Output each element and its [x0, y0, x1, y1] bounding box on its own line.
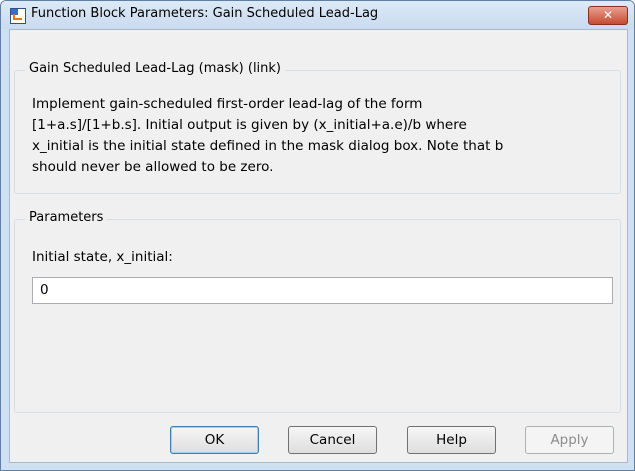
title-bar[interactable]: Function Block Parameters: Gain Schedule… — [1, 1, 634, 29]
ok-button[interactable]: OK — [170, 426, 259, 454]
window-title: Function Block Parameters: Gain Schedule… — [31, 6, 379, 21]
help-button[interactable]: Help — [407, 426, 496, 454]
description-line: Implement gain-scheduled first-order lea… — [32, 96, 423, 112]
dialog-body: Gain Scheduled Lead-Lag (mask) (link) Im… — [9, 29, 628, 463]
initial-state-label: Initial state, x_initial: — [32, 249, 173, 265]
initial-state-input[interactable]: 0 — [32, 277, 613, 304]
close-button[interactable]: ✕ — [588, 6, 628, 25]
parameters-group-title: Parameters — [25, 210, 108, 225]
mask-group-title: Gain Scheduled Lead-Lag (mask) (link) — [25, 61, 286, 76]
simulink-block-icon — [10, 8, 26, 24]
dialog-window: Function Block Parameters: Gain Schedule… — [0, 0, 635, 471]
description-line: should never be allowed to be zero. — [32, 159, 274, 175]
description-line: x_initial is the initial state defined i… — [32, 138, 504, 154]
cancel-button[interactable]: Cancel — [288, 426, 377, 454]
apply-button: Apply — [525, 426, 614, 454]
mask-description: Implement gain-scheduled first-order lea… — [32, 94, 622, 178]
description-line: [1+a.s]/[1+b.s]. Initial output is given… — [32, 117, 467, 133]
